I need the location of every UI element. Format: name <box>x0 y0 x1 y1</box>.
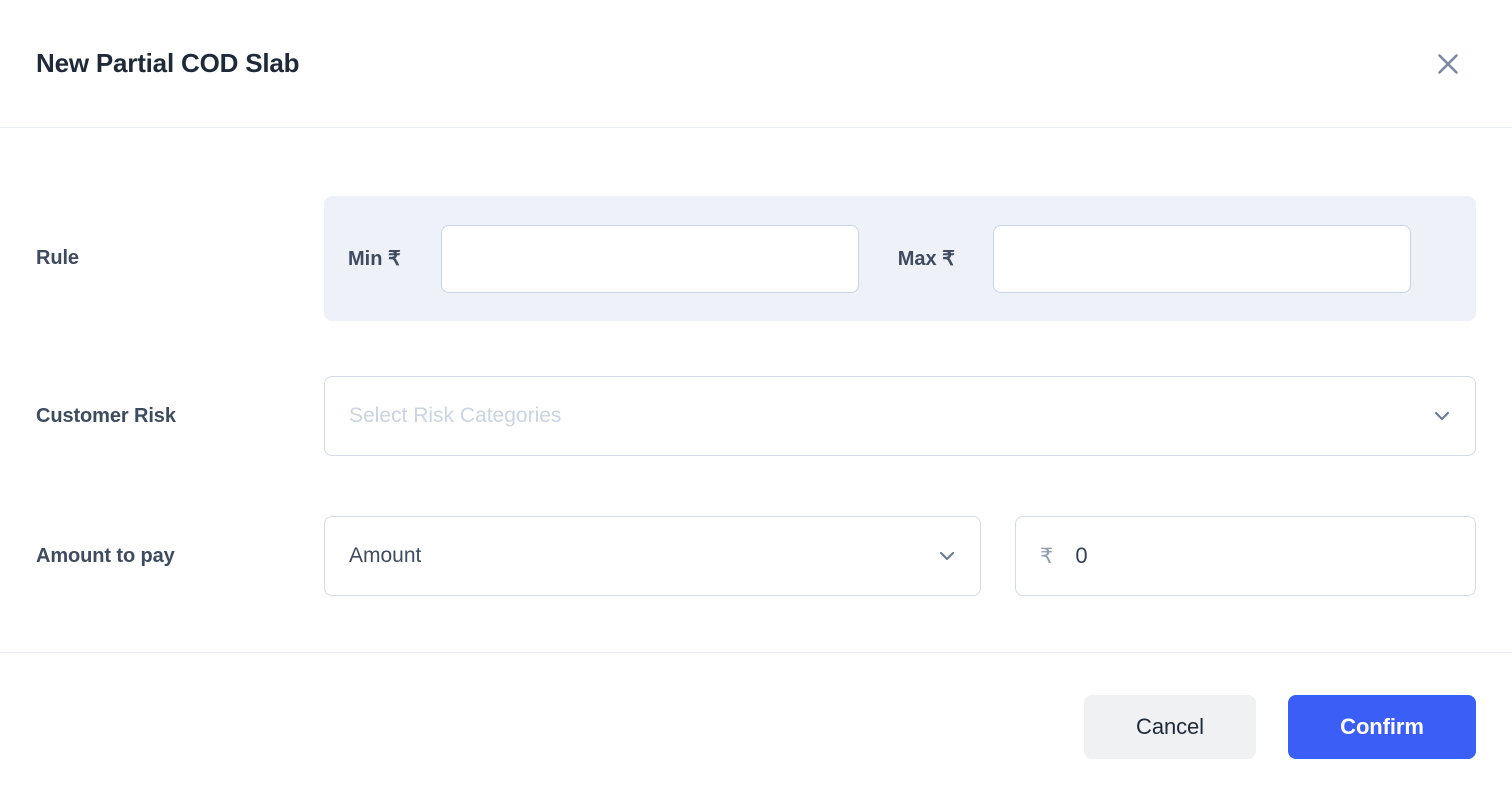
cancel-button[interactable]: Cancel <box>1084 694 1256 759</box>
confirm-button[interactable]: Confirm <box>1288 694 1476 759</box>
rule-max-input[interactable] <box>992 224 1411 293</box>
new-partial-cod-slab-modal: New Partial COD Slab Rule Min ₹ Max ₹ Cu… <box>0 0 1512 800</box>
close-button[interactable] <box>1426 42 1470 86</box>
modal-body: Rule Min ₹ Max ₹ Customer Risk Select Ri… <box>0 128 1512 652</box>
rule-label: Rule <box>36 247 79 269</box>
rupee-icon: ₹ <box>1040 544 1054 568</box>
close-icon <box>1435 51 1461 77</box>
customer-risk-row: Customer Risk Select Risk Categories <box>36 376 1476 456</box>
min-label: Min ₹ <box>348 248 401 270</box>
amount-to-pay-row: Amount to pay Amount ₹ <box>36 516 1476 596</box>
modal-header: New Partial COD Slab <box>0 0 1512 128</box>
rule-row: Rule Min ₹ Max ₹ <box>36 196 1476 321</box>
amount-type-select[interactable]: Amount <box>324 516 981 596</box>
amount-type-value: Amount <box>349 544 422 567</box>
amount-input[interactable] <box>1075 543 1451 569</box>
amount-value-field[interactable]: ₹ <box>1015 516 1476 596</box>
modal-footer: Cancel Confirm <box>0 652 1512 800</box>
chevron-down-icon <box>1431 405 1453 427</box>
page-title: New Partial COD Slab <box>36 48 300 79</box>
customer-risk-placeholder: Select Risk Categories <box>349 404 562 427</box>
amount-to-pay-label: Amount to pay <box>36 544 175 567</box>
rule-min-input[interactable] <box>440 224 859 293</box>
customer-risk-select[interactable]: Select Risk Categories <box>324 376 1476 456</box>
max-label: Max ₹ <box>897 248 955 270</box>
chevron-down-icon <box>936 545 958 567</box>
customer-risk-label: Customer Risk <box>36 404 176 427</box>
rule-input-group: Min ₹ Max ₹ <box>324 196 1476 321</box>
